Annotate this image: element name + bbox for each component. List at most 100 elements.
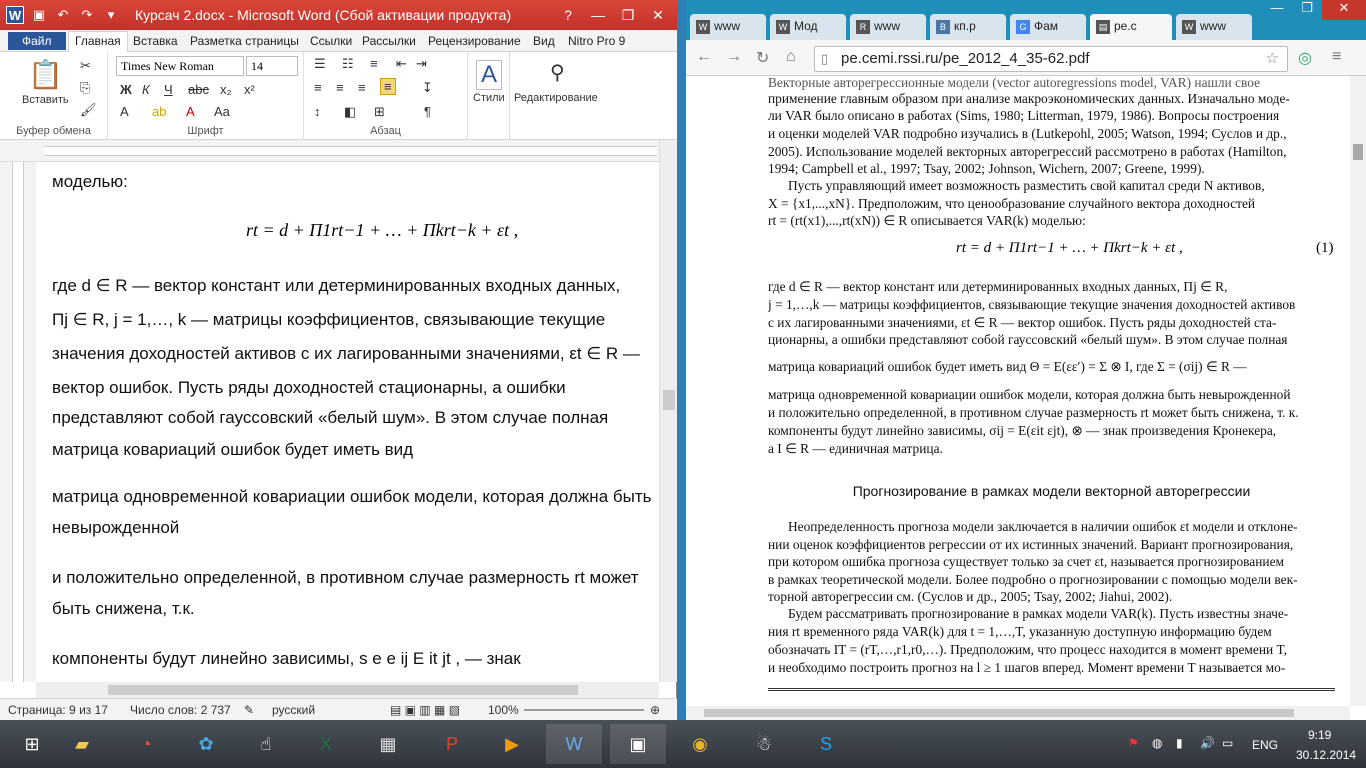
- chrome-taskbar-icon[interactable]: ◉: [672, 724, 728, 764]
- forward-icon[interactable]: →: [726, 48, 742, 66]
- pdf-horizontal-scrollbar[interactable]: [686, 706, 1350, 720]
- tab-nitro[interactable]: Nitro Pro 9: [568, 34, 625, 48]
- align-left-icon[interactable]: ≡: [314, 80, 322, 95]
- underline-icon[interactable]: Ч: [164, 82, 173, 97]
- italic-icon[interactable]: К: [142, 82, 150, 97]
- language-indicator[interactable]: русский: [272, 703, 315, 717]
- power-icon[interactable]: ▭: [1222, 736, 1233, 750]
- browser-tab-active[interactable]: ▤ ре.с: [1090, 14, 1172, 40]
- font-name-select[interactable]: Times New Roman: [116, 56, 244, 76]
- text-effects-icon[interactable]: A: [120, 104, 129, 119]
- superscript-icon[interactable]: x²: [244, 82, 255, 97]
- multilevel-list-icon[interactable]: ≡: [370, 56, 378, 71]
- redo-icon[interactable]: ↷: [78, 6, 96, 24]
- page-count[interactable]: Страница: 9 из 17: [8, 703, 108, 717]
- bookmark-star-icon[interactable]: ☆: [1266, 49, 1279, 67]
- binoculars-icon[interactable]: ⚲: [550, 60, 565, 85]
- decrease-indent-icon[interactable]: ⇤: [396, 56, 407, 72]
- language-indicator[interactable]: ENG: [1252, 738, 1278, 752]
- browser-tab[interactable]: Wwww: [690, 14, 766, 40]
- zoom-slider[interactable]: [524, 709, 644, 711]
- sort-icon[interactable]: ↧: [422, 80, 433, 96]
- start-button[interactable]: ⊞: [4, 724, 60, 764]
- notification-flag-icon[interactable]: ⚑: [1128, 736, 1139, 750]
- calculator-icon[interactable]: ▦: [360, 724, 416, 764]
- volume-icon[interactable]: 🔊: [1200, 736, 1215, 750]
- styles-label[interactable]: Стили: [473, 92, 505, 104]
- home-icon[interactable]: ⌂: [786, 48, 796, 66]
- zoom-level[interactable]: 100%: [488, 703, 519, 717]
- save-icon[interactable]: ▣: [30, 6, 48, 24]
- view-buttons[interactable]: ▤ ▣ ▥ ▦ ▧: [390, 703, 460, 717]
- powerpoint-icon[interactable]: P: [424, 724, 480, 764]
- show-marks-icon[interactable]: ¶: [424, 104, 431, 119]
- tab-review[interactable]: Рецензирование: [428, 34, 521, 48]
- back-icon[interactable]: ←: [696, 48, 712, 66]
- shading-icon[interactable]: ◧: [344, 104, 356, 120]
- highlight-icon[interactable]: ab: [152, 104, 166, 119]
- tab-page-layout[interactable]: Разметка страницы: [190, 34, 299, 48]
- editing-label[interactable]: Редактирование: [514, 92, 598, 104]
- font-size-select[interactable]: 14: [246, 56, 298, 76]
- reload-icon[interactable]: ↻: [756, 48, 769, 68]
- line-spacing-icon[interactable]: ↕: [314, 104, 321, 119]
- align-center-icon[interactable]: ≡: [336, 80, 344, 95]
- app-icon[interactable]: ✿: [178, 724, 234, 764]
- horizontal-ruler[interactable]: [0, 140, 677, 162]
- minimize-button[interactable]: —: [1262, 0, 1292, 20]
- vertical-ruler[interactable]: [0, 162, 36, 682]
- browser-tab[interactable]: Wwww: [1176, 14, 1252, 40]
- change-case-icon[interactable]: Aa: [214, 104, 230, 119]
- tab-references[interactable]: Ссылки: [310, 34, 352, 48]
- restore-button[interactable]: ❐: [613, 4, 643, 26]
- styles-icon[interactable]: A: [476, 60, 503, 90]
- word-logo-icon[interactable]: W: [6, 6, 24, 24]
- customize-qat-icon[interactable]: ▾: [102, 6, 120, 24]
- close-button[interactable]: ✕: [1322, 0, 1366, 20]
- numbering-icon[interactable]: ☷: [342, 56, 354, 72]
- document-horizontal-scrollbar[interactable]: [36, 682, 659, 698]
- bold-icon[interactable]: Ж: [120, 82, 132, 97]
- app-icon[interactable]: ☝: [238, 724, 294, 764]
- tray-app-icon[interactable]: ◍: [1152, 736, 1162, 750]
- tab-home[interactable]: Главная: [68, 31, 128, 53]
- browser-tab[interactable]: Rwww: [850, 14, 926, 40]
- document-page[interactable]: моделью: rt = d + Π1rt−1 + … + Πkrt−k + …: [36, 162, 659, 682]
- browser-tab[interactable]: W Мод: [770, 14, 846, 40]
- align-right-icon[interactable]: ≡: [358, 80, 366, 95]
- pdf-vertical-scrollbar[interactable]: [1350, 76, 1366, 706]
- font-color-icon[interactable]: A: [186, 104, 195, 119]
- paste-icon[interactable]: 📋: [28, 58, 63, 91]
- format-painter-icon[interactable]: 🖌: [80, 102, 97, 118]
- menu-icon[interactable]: ≡: [1332, 48, 1341, 66]
- tab-view[interactable]: Вид: [533, 34, 555, 48]
- app-icon[interactable]: ◔: [118, 724, 174, 764]
- browser-tab[interactable]: G Фам: [1010, 14, 1086, 40]
- app-icon[interactable]: ▣: [610, 724, 666, 764]
- document-vertical-scrollbar[interactable]: [659, 140, 677, 682]
- browser-tab[interactable]: Bкп.р: [930, 14, 1006, 40]
- strikethrough-icon[interactable]: abc: [188, 82, 209, 97]
- restore-button[interactable]: ❐: [1292, 0, 1322, 20]
- cut-icon[interactable]: ✂: [80, 58, 91, 74]
- increase-indent-icon[interactable]: ⇥: [416, 56, 427, 72]
- word-taskbar-icon[interactable]: W: [546, 724, 602, 764]
- explorer-icon[interactable]: ▰: [54, 724, 110, 764]
- tab-insert[interactable]: Вставка: [133, 34, 178, 48]
- network-icon[interactable]: ▮: [1176, 736, 1183, 750]
- zoom-in-icon[interactable]: ⊕: [650, 703, 660, 717]
- justify-icon[interactable]: ≡: [380, 78, 396, 95]
- help-icon[interactable]: ?: [553, 4, 583, 26]
- copy-icon[interactable]: ⎘: [80, 80, 90, 96]
- minimize-button[interactable]: —: [583, 4, 613, 26]
- proofing-icon[interactable]: ✎: [244, 703, 254, 717]
- clock-date[interactable]: 30.12.2014: [1296, 748, 1356, 762]
- extension-icon[interactable]: ◎: [1298, 48, 1312, 68]
- subscript-icon[interactable]: x₂: [220, 82, 232, 97]
- clock-time[interactable]: 9:19: [1308, 728, 1331, 742]
- address-bar[interactable]: ▯ pe.cemi.rssi.ru/pe_2012_4_35-62.pdf ☆: [814, 46, 1288, 72]
- close-button[interactable]: ✕: [643, 4, 673, 26]
- bullets-icon[interactable]: ☰: [314, 56, 326, 72]
- pdf-viewer[interactable]: Векторные авторегрессионные модели (vect…: [686, 76, 1350, 706]
- excel-icon[interactable]: X: [298, 724, 354, 764]
